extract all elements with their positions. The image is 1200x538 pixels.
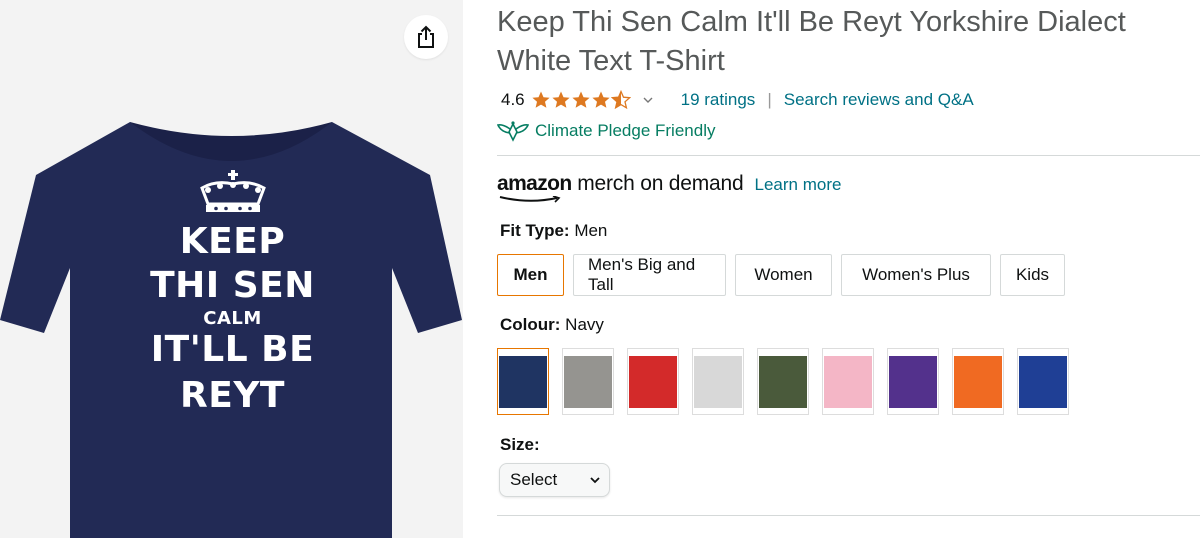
size-dropdown[interactable]: Select xyxy=(499,463,610,497)
product-details: Keep Thi Sen Calm It'll Be Reyt Yorkshir… xyxy=(497,0,1200,538)
colour-swatch[interactable] xyxy=(822,348,874,415)
colour-swatch[interactable] xyxy=(497,348,549,415)
star-half-icon xyxy=(610,90,631,110)
star-icon xyxy=(572,91,590,108)
rating-row: 4.6 19 ratings | Search reviews and Q&A xyxy=(501,88,974,112)
shirt-text-line: CALM xyxy=(203,308,262,329)
colour-swatch[interactable] xyxy=(562,348,614,415)
shirt-text-line: IT'LL BE xyxy=(150,329,315,370)
swatch-fill xyxy=(499,355,547,408)
fit-type-value: Men xyxy=(574,221,608,240)
climate-pledge-badge[interactable]: Climate Pledge Friendly xyxy=(497,120,715,142)
star-icon xyxy=(592,91,610,108)
fit-option-men[interactable]: Men xyxy=(497,254,564,296)
chevron-down-icon[interactable] xyxy=(643,97,653,104)
fit-option-womens-plus[interactable]: Women's Plus xyxy=(841,254,991,296)
colour-swatch[interactable] xyxy=(757,348,809,415)
fit-type-label: Fit Type: Men xyxy=(500,221,607,241)
merch-on-demand: amazon merch on demand Learn more xyxy=(497,172,842,203)
divider xyxy=(497,155,1200,156)
separator: | xyxy=(767,90,772,109)
crown-icon xyxy=(199,170,266,212)
share-icon xyxy=(418,25,434,48)
star-icon xyxy=(552,91,570,108)
product-title: Keep Thi Sen Calm It'll Be Reyt Yorkshir… xyxy=(497,6,1126,77)
divider xyxy=(497,515,1200,516)
swatch-fill xyxy=(824,355,872,408)
fit-type-options: Men Men's Big and Tall Women Women's Plu… xyxy=(497,254,1074,296)
shirt-text-line: THI SEN xyxy=(150,265,315,306)
merch-logo-amazon: amazon xyxy=(497,172,572,195)
swatch-fill xyxy=(954,355,1002,408)
colour-swatch[interactable] xyxy=(887,348,939,415)
amazon-smile-icon xyxy=(499,196,561,203)
fit-option-women[interactable]: Women xyxy=(735,254,832,296)
shirt-text-line: KEEP xyxy=(179,221,286,262)
swatch-fill xyxy=(564,355,612,408)
colour-label: Colour: Navy xyxy=(500,315,604,335)
ratings-link[interactable]: 19 ratings xyxy=(681,90,756,110)
shirt-text-line: REYT xyxy=(180,375,285,416)
swatch-fill xyxy=(759,355,807,408)
fit-option-mens-big-and-tall[interactable]: Men's Big and Tall xyxy=(573,254,726,296)
share-button[interactable] xyxy=(404,15,448,59)
size-label: Size: xyxy=(500,435,540,455)
chevron-down-icon xyxy=(590,477,600,484)
size-title: Size: xyxy=(500,435,540,454)
colour-value: Navy xyxy=(565,315,604,334)
merch-logo-rest: merch on demand xyxy=(577,172,744,195)
fit-type-title: Fit Type: xyxy=(500,221,570,240)
climate-pledge-icon xyxy=(497,121,529,142)
merch-logo: amazon merch on demand xyxy=(497,172,744,203)
shirt-print: KEEP THI SEN CALM IT'LL BE REYT xyxy=(95,168,370,414)
star-icon xyxy=(532,91,550,108)
fit-option-kids[interactable]: Kids xyxy=(1000,254,1065,296)
climate-pledge-text: Climate Pledge Friendly xyxy=(535,121,716,140)
colour-title: Colour: xyxy=(500,315,561,334)
rating-value: 4.6 xyxy=(501,90,525,109)
star-rating[interactable] xyxy=(531,90,631,110)
swatch-fill xyxy=(1019,355,1067,408)
swatch-fill xyxy=(629,355,677,408)
colour-swatches xyxy=(497,348,1082,415)
colour-swatch[interactable] xyxy=(1017,348,1069,415)
size-select-value: Select xyxy=(510,470,558,489)
product-image-panel: KEEP THI SEN CALM IT'LL BE REYT xyxy=(0,0,463,538)
colour-swatch[interactable] xyxy=(627,348,679,415)
swatch-fill xyxy=(694,355,742,408)
colour-swatch[interactable] xyxy=(692,348,744,415)
search-reviews-link[interactable]: Search reviews and Q&A xyxy=(784,90,974,110)
learn-more-link[interactable]: Learn more xyxy=(755,175,842,195)
colour-swatch[interactable] xyxy=(952,348,1004,415)
swatch-fill xyxy=(889,355,937,408)
